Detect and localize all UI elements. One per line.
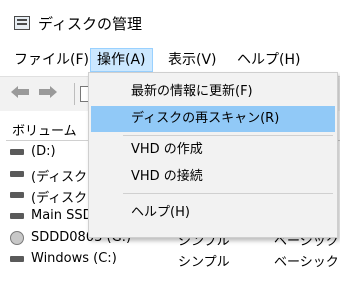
back-arrow-icon[interactable] [10, 85, 30, 99]
drive-icon [10, 256, 24, 262]
optical-disc-icon [10, 231, 24, 245]
menu-separator [123, 135, 333, 136]
menu-bar: ファイル(F) 操作(A) 表示(V) ヘルプ(H) [0, 46, 340, 72]
menu-action[interactable]: 操作(A) [90, 48, 153, 72]
title-bar: ディスクの管理 [0, 0, 340, 40]
menu-item-attach-vhd[interactable]: VHD の接続 [91, 164, 335, 190]
drive-icon [10, 149, 24, 155]
volume-name: Windows (C:) [31, 251, 117, 266]
menu-item-label: VHD の作成 [131, 142, 203, 157]
menu-file[interactable]: ファイル(F) [8, 49, 95, 71]
volume-layout: シンプル [178, 255, 230, 270]
action-menu-dropdown: 最新の情報に更新(F) ディスクの再スキャン(R) VHD の作成 VHD の接… [88, 72, 338, 238]
menu-item-refresh[interactable]: 最新の情報に更新(F) [91, 79, 335, 105]
window-title: ディスクの管理 [38, 15, 142, 33]
menu-help[interactable]: ヘルプ(H) [231, 49, 306, 71]
menu-item-rescan-disks[interactable]: ディスクの再スキャン(R) [91, 106, 335, 132]
volume-name: (D:) [31, 144, 56, 159]
toolbar-separator [74, 83, 75, 105]
disk-management-icon [14, 16, 30, 30]
drive-icon [10, 192, 24, 198]
menu-item-label: 最新の情報に更新(F) [131, 84, 253, 99]
volume-row[interactable]: Windows (C:) シンプル ベーシック [10, 249, 340, 271]
volume-name: Main SSD [31, 208, 93, 223]
menu-item-label: ヘルプ(H) [131, 205, 190, 220]
menu-item-help[interactable]: ヘルプ(H) [91, 200, 335, 226]
menu-item-create-vhd[interactable]: VHD の作成 [91, 137, 335, 163]
forward-arrow-icon[interactable] [38, 85, 58, 99]
menu-view[interactable]: 表示(V) [162, 49, 223, 71]
volume-header-label: ボリューム [12, 124, 77, 139]
drive-icon [10, 213, 24, 219]
volume-type: ベーシック [274, 255, 339, 270]
menu-item-label: VHD の接続 [131, 169, 203, 184]
menu-separator [123, 193, 333, 194]
drive-icon [10, 171, 24, 177]
menu-item-label: ディスクの再スキャン(R) [131, 111, 280, 126]
